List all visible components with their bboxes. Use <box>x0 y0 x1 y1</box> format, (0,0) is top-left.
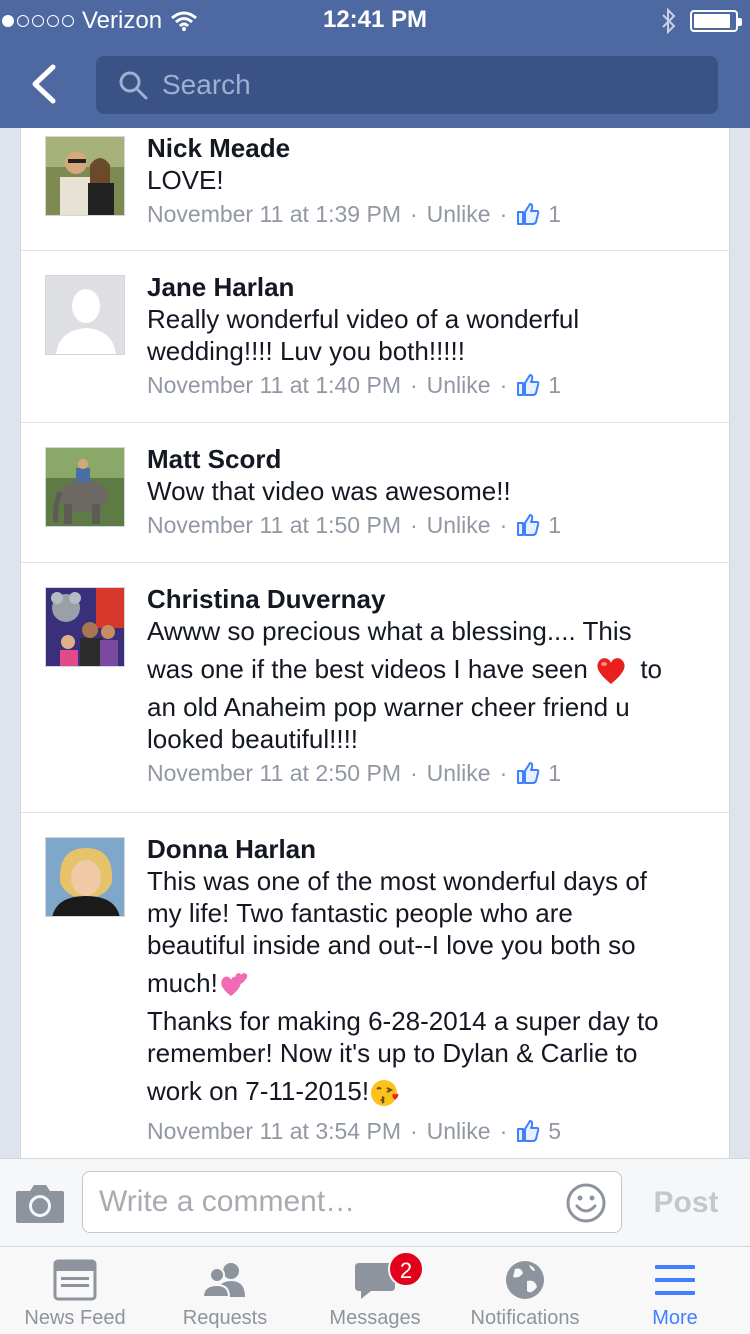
comment-author[interactable]: Donna Harlan <box>147 833 711 865</box>
unlike-button[interactable]: Unlike <box>427 198 491 230</box>
tab-notifications[interactable]: Notifications <box>450 1247 600 1334</box>
comment-timestamp[interactable]: November 11 at 1:40 PM <box>147 369 401 401</box>
globe-icon <box>506 1261 544 1299</box>
comment-author[interactable]: Christina Duvernay <box>147 583 711 615</box>
avatar[interactable] <box>45 136 125 216</box>
hamburger-icon <box>655 1265 695 1295</box>
tab-requests[interactable]: Requests <box>150 1247 300 1334</box>
unlike-button[interactable]: Unlike <box>427 757 491 789</box>
unlike-button[interactable]: Unlike <box>427 1115 491 1147</box>
battery-icon <box>690 10 742 32</box>
like-thumb-icon <box>517 762 540 784</box>
avatar[interactable] <box>45 837 125 917</box>
bluetooth-icon <box>662 8 676 34</box>
status-time: 12:41 PM <box>322 6 428 33</box>
like-count[interactable]: 1 <box>548 369 561 401</box>
comment-list: Nick Meade LOVE! November 11 at 1:39 PM … <box>20 128 730 1158</box>
comment-meta: November 11 at 1:39 PM · Unlike · 1 <box>147 198 711 230</box>
red-heart-emoji <box>597 658 625 685</box>
tab-more[interactable]: More <box>600 1247 750 1334</box>
avatar[interactable] <box>45 275 125 355</box>
comment-author[interactable]: Jane Harlan <box>147 271 711 303</box>
like-thumb-icon <box>517 1120 540 1142</box>
comment-item: Christina Duvernay Awww so precious what… <box>21 563 729 813</box>
comment-meta: November 11 at 1:40 PM · Unlike · 1 <box>147 369 711 401</box>
like-thumb-icon <box>517 203 540 225</box>
like-count[interactable]: 5 <box>548 1115 561 1147</box>
comment-item: Donna Harlan This was one of the most wo… <box>21 813 729 1158</box>
unlike-button[interactable]: Unlike <box>427 509 491 541</box>
news-feed-icon <box>53 1259 97 1301</box>
like-count[interactable]: 1 <box>548 198 561 230</box>
tab-news-feed[interactable]: News Feed <box>0 1247 150 1334</box>
comment-timestamp[interactable]: November 11 at 3:54 PM <box>147 1115 401 1147</box>
comment-text: Wow that video was awesome!! <box>147 476 511 506</box>
comment-author[interactable]: Nick Meade <box>147 132 711 164</box>
comment-item: Nick Meade LOVE! November 11 at 1:39 PM … <box>21 128 729 251</box>
tab-bar: News Feed Requests 2 Messages Notificati… <box>0 1246 750 1334</box>
comment-text: LOVE! <box>147 165 224 195</box>
comment-input[interactable] <box>99 1172 549 1232</box>
comment-timestamp[interactable]: November 11 at 2:50 PM <box>147 757 401 789</box>
comment-item: Jane Harlan Really wonderful video of a … <box>21 251 729 423</box>
tab-messages[interactable]: 2 Messages <box>300 1247 450 1334</box>
comment-body: Matt Scord Wow that video was awesome!! … <box>147 443 711 541</box>
back-button[interactable] <box>20 58 68 110</box>
comment-body: Jane Harlan Really wonderful video of a … <box>147 271 711 401</box>
comment-text: This was one of the most wonderful days … <box>147 865 711 1113</box>
top-header: Verizon 12:41 PM <box>0 0 750 128</box>
like-count[interactable]: 1 <box>548 509 561 541</box>
comment-field[interactable] <box>82 1171 622 1233</box>
comment-meta: November 11 at 1:50 PM · Unlike · 1 <box>147 509 711 541</box>
status-bar: Verizon 12:41 PM <box>0 0 750 40</box>
like-thumb-icon <box>517 514 540 536</box>
comment-timestamp[interactable]: November 11 at 1:39 PM <box>147 198 401 230</box>
avatar[interactable] <box>45 447 125 527</box>
like-count[interactable]: 1 <box>548 757 561 789</box>
comment-text: Really wonderful video of a wonderful we… <box>147 304 580 366</box>
comment-author[interactable]: Matt Scord <box>147 443 711 475</box>
comment-meta: November 11 at 2:50 PM · Unlike · 1 <box>147 757 711 789</box>
search-input[interactable] <box>162 69 682 101</box>
avatar[interactable] <box>45 587 125 667</box>
search-bar[interactable] <box>96 56 718 114</box>
two-hearts-emoji <box>221 973 248 997</box>
post-button[interactable]: Post <box>640 1181 732 1225</box>
like-thumb-icon <box>517 374 540 396</box>
nav-bar <box>0 40 750 128</box>
comment-body: Donna Harlan This was one of the most wo… <box>147 833 711 1147</box>
kissing-face-emoji <box>371 1080 399 1107</box>
comment-text: Awww so precious what a blessing.... Thi… <box>147 616 662 754</box>
comment-meta: November 11 at 3:54 PM · Unlike · 5 <box>147 1115 711 1147</box>
comment-body: Christina Duvernay Awww so precious what… <box>147 583 711 789</box>
smiley-icon[interactable] <box>565 1182 607 1224</box>
comment-body: Nick Meade LOVE! November 11 at 1:39 PM … <box>147 132 711 230</box>
comment-composer: Post <box>0 1158 750 1246</box>
camera-icon[interactable] <box>14 1181 66 1225</box>
unlike-button[interactable]: Unlike <box>427 369 491 401</box>
comment-item: Matt Scord Wow that video was awesome!! … <box>21 423 729 563</box>
messages-badge: 2 <box>388 1251 424 1287</box>
friend-requests-icon <box>201 1263 245 1298</box>
chevron-left-icon <box>32 64 56 104</box>
comment-timestamp[interactable]: November 11 at 1:50 PM <box>147 509 401 541</box>
search-icon <box>119 71 148 100</box>
